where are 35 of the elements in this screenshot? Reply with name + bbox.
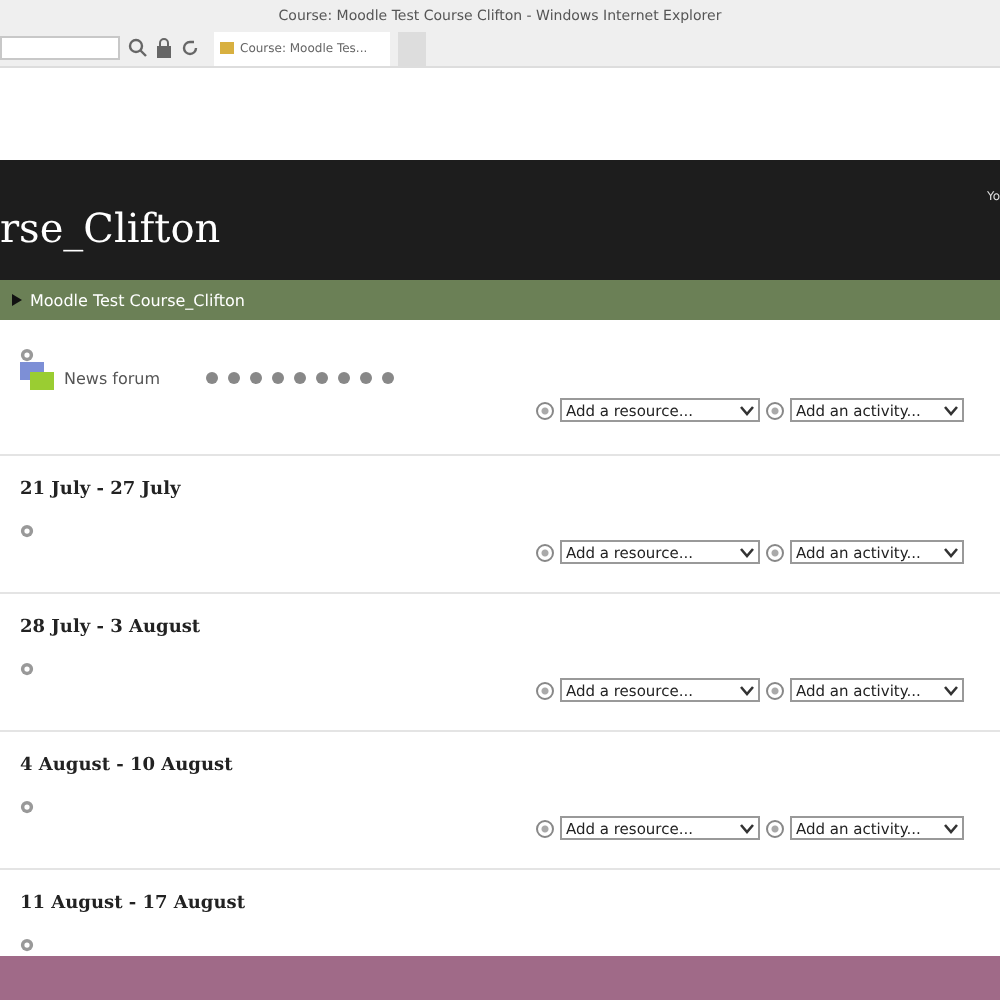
triangle-icon: [12, 294, 22, 306]
section-heading: 21 July - 27 July: [20, 480, 183, 500]
caret-icon: [740, 547, 754, 557]
help-icon[interactable]: [536, 401, 554, 419]
help-icon[interactable]: [536, 681, 554, 699]
lock-icon: [156, 38, 172, 58]
gear-icon[interactable]: [20, 524, 34, 538]
gear-icon[interactable]: [20, 662, 34, 676]
caret-icon: [944, 405, 958, 415]
caret-icon: [944, 823, 958, 833]
help-icon[interactable]: [766, 681, 784, 699]
help-icon[interactable]: [766, 819, 784, 837]
caret-icon: [740, 823, 754, 833]
section-heading: 11 August - 17 August: [20, 894, 247, 914]
section-heading: 28 July - 3 August: [20, 618, 203, 638]
caret-icon: [944, 685, 958, 695]
refresh-icon[interactable]: [180, 38, 200, 58]
course-title: rse_Clifton: [0, 204, 221, 252]
help-icon[interactable]: [766, 401, 784, 419]
help-icon[interactable]: [536, 543, 554, 561]
caret-icon: [740, 405, 754, 415]
gear-icon[interactable]: [270, 370, 287, 386]
section-heading: 4 August - 10 August: [20, 756, 235, 776]
search-icon[interactable]: [128, 38, 148, 58]
activity-link[interactable]: News forum: [64, 369, 161, 387]
gear-icon[interactable]: [20, 938, 34, 952]
help-icon[interactable]: [766, 543, 784, 561]
help-icon[interactable]: [536, 819, 554, 837]
folder-icon: [220, 42, 234, 54]
forum-icon: [20, 362, 56, 394]
gear-icon[interactable]: [20, 348, 34, 362]
gear-icon[interactable]: [20, 800, 34, 814]
breadcrumb-link[interactable]: Moodle Test Course_Clifton: [30, 291, 245, 309]
caret-icon: [740, 685, 754, 695]
caret-icon: [944, 547, 958, 557]
